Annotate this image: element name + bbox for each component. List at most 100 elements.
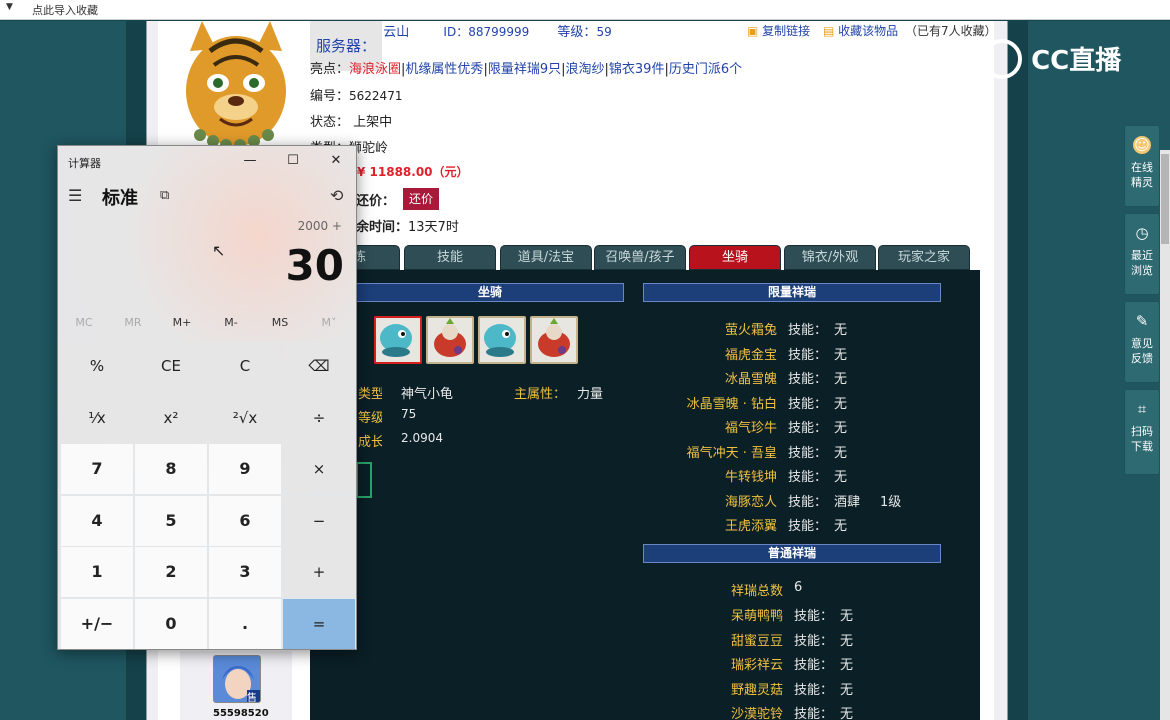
number-row: 编号：5622471 — [310, 89, 403, 104]
limited-header: 限量祥瑞 — [643, 283, 941, 302]
normal-header: 普通祥瑞 — [643, 544, 941, 563]
mount-thumb[interactable] — [426, 316, 474, 364]
key-digit-8-button[interactable]: 8 — [135, 444, 207, 494]
limited-skill-label: 技能： — [788, 445, 828, 461]
menu-icon[interactable]: ☰ — [68, 186, 82, 205]
history-icon[interactable]: ⟲ — [330, 186, 343, 205]
calc-mode: 标准 — [102, 188, 138, 209]
key-subtract-button[interactable]: − — [283, 495, 355, 546]
highlight-tag[interactable]: 浪淘纱 — [566, 62, 605, 77]
tab-player-home[interactable]: 玩家之家 — [878, 245, 970, 270]
mount-thumb[interactable] — [478, 316, 526, 364]
copy-icon: ▣ — [747, 24, 759, 38]
main-attr-value: 力量 — [577, 387, 604, 402]
limited-name: 福气珍牛 — [724, 421, 777, 436]
import-favorites-link[interactable]: 点此导入收藏 — [32, 2, 98, 18]
memory-m-minus-button[interactable]: M- — [207, 316, 255, 329]
calculator-window: 计算器 — ☐ ✕ ☰ 标准 ⧉ ⟲ 2000 + 30 MC MR M+ M- MS M… — [57, 145, 357, 650]
key-multiply-button[interactable]: × — [283, 444, 355, 494]
sidebar-online-sprite[interactable]: ☺ 在线 精灵 — [1124, 125, 1160, 207]
limited-skill-label: 技能： — [788, 372, 828, 387]
key-digit-6-button[interactable]: 6 — [209, 495, 281, 546]
minimize-button[interactable]: — — [236, 150, 264, 172]
mount-type-label: 类型： — [358, 387, 382, 402]
sidebar-feedback[interactable]: ✎ 意见 反馈 — [1124, 301, 1160, 383]
key-digit-3-button[interactable]: 3 — [209, 547, 281, 597]
tab-skills[interactable]: 技能 — [404, 245, 496, 270]
cc-logo-icon — [982, 38, 1022, 79]
key-clear-button[interactable]: C — [209, 341, 281, 391]
limited-name: 冰晶雪魄 — [724, 372, 777, 387]
key-square-button[interactable]: x² — [135, 392, 207, 443]
mount-thumb[interactable] — [374, 316, 422, 364]
key-digit-5-button[interactable]: 5 — [135, 495, 207, 546]
normal-name: 瑞彩祥云 — [731, 658, 784, 673]
mount-type-value: 神气小龟 — [401, 387, 454, 402]
key-backspace-button[interactable]: ⌫ — [283, 341, 355, 391]
key-reciprocal-button[interactable]: ¹⁄x — [61, 392, 133, 443]
key-digit-0-button[interactable]: 0 — [135, 598, 207, 649]
equipment-slot-icon[interactable] — [356, 462, 372, 498]
normal-total-value: 6 — [794, 580, 803, 595]
key-sqrt-button[interactable]: ²√x — [209, 392, 281, 443]
mount-header: 坐骑 — [356, 283, 624, 302]
highlight-tag[interactable]: 机缘属性优秀 — [405, 62, 483, 77]
key-add-button[interactable]: + — [283, 547, 355, 597]
key-percent-button[interactable]: % — [61, 341, 133, 391]
key-digit-7-button[interactable]: 7 — [61, 444, 133, 494]
tab-pets[interactable]: 召唤兽/孩子 — [594, 245, 686, 270]
normal-skill-value: 无 — [840, 658, 854, 673]
scroll-thumb[interactable] — [1161, 154, 1169, 244]
normal-name: 沙漠驼铃 — [731, 707, 784, 720]
key-digit-9-button[interactable]: 9 — [209, 444, 281, 494]
key-digit-2-button[interactable]: 2 — [135, 547, 207, 597]
normal-skill-value: 无 — [840, 609, 854, 624]
limited-skill-value: 无 — [834, 421, 848, 436]
calc-title: 计算器 — [68, 157, 101, 170]
memory-mr-button[interactable]: MR — [109, 316, 157, 329]
limited-skill-value: 无 — [834, 396, 848, 412]
page-scrollbar[interactable] — [1160, 150, 1170, 720]
bargain-button[interactable]: 还价 — [403, 188, 439, 210]
limited-skill-label: 技能： — [788, 323, 828, 338]
keep-on-top-icon[interactable]: ⧉ — [160, 188, 169, 203]
key-negate-button[interactable]: +/− — [61, 598, 133, 649]
memory-mc-button[interactable]: MC — [60, 316, 108, 329]
highlight-tag[interactable]: 限量祥瑞9只 — [488, 62, 561, 77]
highlight-tag[interactable]: 历史门派6个 — [669, 62, 742, 77]
limited-skill-value: 无 — [834, 519, 848, 534]
key-decimal-button[interactable]: . — [209, 598, 281, 649]
memory-memory-list-button[interactable]: M˅ — [305, 316, 353, 329]
seller-badge: 售 — [247, 693, 257, 704]
tab-mount[interactable]: 坐骑 — [689, 245, 781, 270]
chevron-down-icon[interactable]: ▼ — [6, 2, 13, 12]
key-ce-button[interactable]: CE — [135, 341, 207, 391]
highlight-tag[interactable]: 海浪泳圈 — [349, 62, 401, 77]
maximize-button[interactable]: ☐ — [279, 150, 307, 172]
tab-items[interactable]: 道具/法宝 — [500, 245, 592, 270]
sidebar-recent[interactable]: ◷ 最近 浏览 — [1124, 213, 1160, 295]
key-equals-button[interactable]: = — [283, 598, 355, 649]
key-divide-button[interactable]: ÷ — [283, 392, 355, 443]
key-digit-1-button[interactable]: 1 — [61, 547, 133, 597]
highlight-tag[interactable]: 锦衣39件 — [609, 62, 665, 77]
mount-thumb[interactable] — [530, 316, 578, 364]
memory-ms-button[interactable]: MS — [256, 316, 304, 329]
close-button[interactable]: ✕ — [322, 150, 350, 172]
normal-name: 甜蜜豆豆 — [731, 633, 784, 649]
normal-name: 呆萌鸭鸭 — [731, 609, 784, 624]
mount-growth-label: 成长： — [358, 435, 382, 450]
server-row: 服务器：广东4区一日云山 ID：88799999 等级：59 — [310, 21, 612, 71]
favorite-button[interactable]: ▤ 收藏该物品 — [823, 22, 898, 39]
key-digit-4-button[interactable]: 4 — [61, 495, 133, 546]
copy-link-button[interactable]: ▣ 复制链接 — [747, 22, 810, 39]
mount-level-label: 等级： — [358, 411, 382, 426]
limited-skill-label: 技能： — [788, 396, 828, 412]
normal-skill-value: 无 — [840, 707, 854, 720]
tab-outfits[interactable]: 锦衣/外观 — [784, 245, 876, 270]
sidebar-download[interactable]: ⌗ 扫码 下载 — [1124, 389, 1160, 475]
price: ¥ 11888.00（元） — [357, 165, 469, 179]
memory-m-plus-button[interactable]: M+ — [158, 316, 206, 329]
limited-skill-label: 技能： — [788, 470, 828, 485]
character-avatar — [180, 21, 292, 151]
